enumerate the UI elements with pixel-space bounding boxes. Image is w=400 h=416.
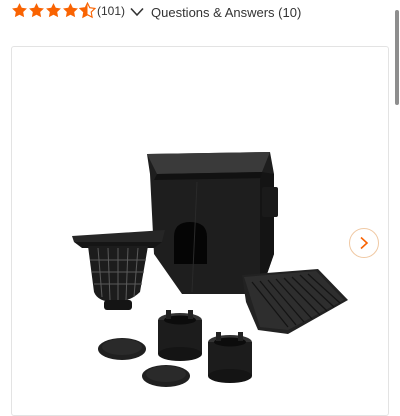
scrollbar[interactable] bbox=[394, 0, 400, 112]
star-icon bbox=[28, 2, 45, 19]
chevron-right-icon bbox=[359, 236, 369, 250]
rating-bar: (101) Questions & Answers (10) bbox=[0, 0, 400, 24]
questions-answers-label: Questions & Answers (10) bbox=[151, 4, 302, 20]
half-star-icon bbox=[79, 2, 96, 19]
star-icon bbox=[62, 2, 79, 19]
product-image-card bbox=[11, 46, 389, 416]
chevron-down-icon bbox=[130, 7, 144, 17]
review-count[interactable]: (101) bbox=[97, 4, 125, 18]
next-image-button[interactable] bbox=[349, 228, 379, 258]
scrollbar-thumb[interactable] bbox=[395, 10, 399, 105]
star-icon bbox=[45, 2, 62, 19]
questions-answers-link[interactable]: Questions & Answers (10) bbox=[130, 2, 301, 22]
product-image[interactable] bbox=[62, 142, 352, 392]
star-rating[interactable] bbox=[11, 2, 96, 19]
star-icon bbox=[11, 2, 28, 19]
